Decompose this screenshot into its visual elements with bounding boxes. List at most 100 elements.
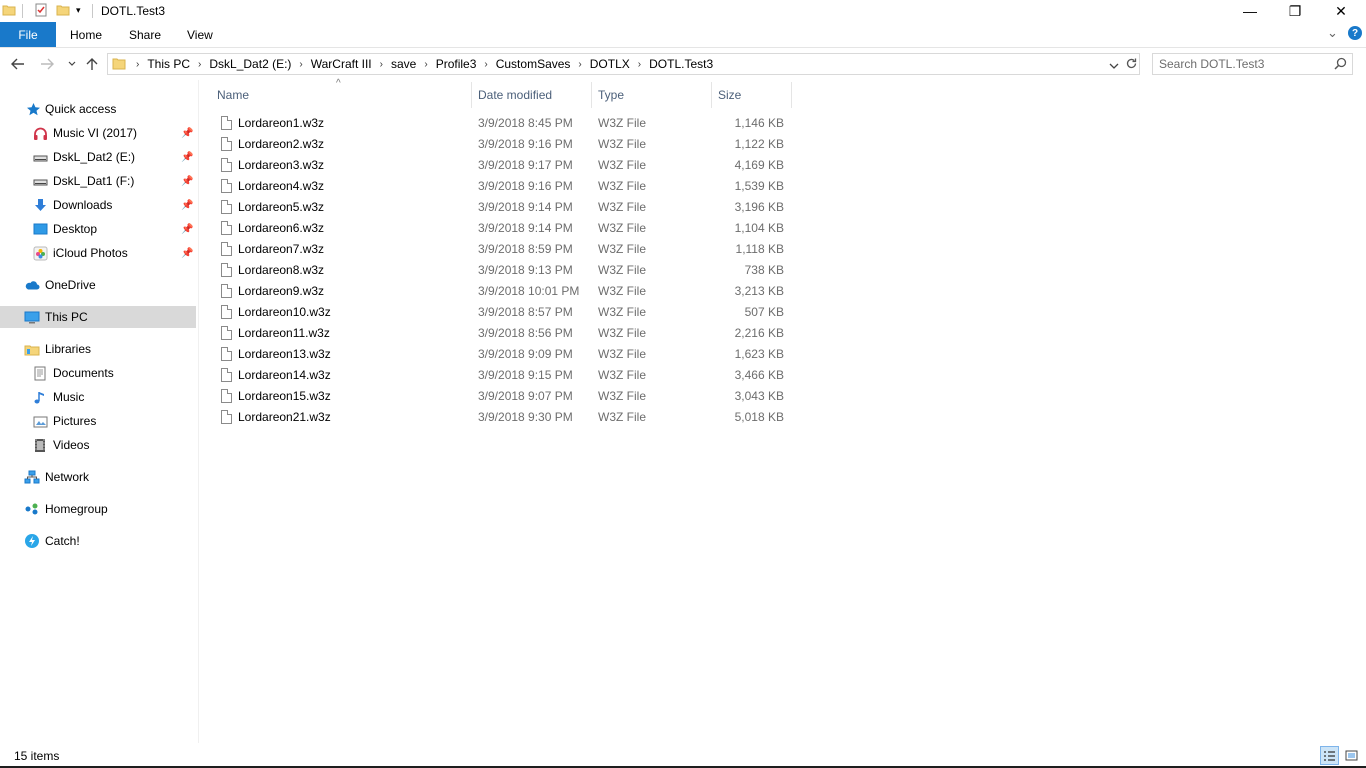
back-button[interactable] [8,54,28,74]
large-icons-view-button[interactable] [1342,746,1361,765]
file-row[interactable]: Lordareon15.w3z 3/9/2018 9:07 PM W3Z File 3… [216,386,791,407]
file-type: W3Z File [598,116,646,130]
expand-ribbon-icon[interactable]: ⌄ [1327,25,1338,41]
sidebar-item-downloads[interactable]: Downloads 📌 [0,194,196,216]
column-divider[interactable] [471,82,472,108]
file-name: Lordareon13.w3z [238,347,331,361]
search-input[interactable] [1159,55,1329,73]
file-size: 1,146 KB [734,116,784,130]
new-folder-icon[interactable] [56,3,70,17]
column-header-date-modified[interactable]: Date modified [478,82,552,108]
column-header-type[interactable]: Type [598,82,624,108]
file-row[interactable]: Lordareon9.w3z 3/9/2018 10:01 PM W3Z File 3… [216,281,791,302]
file-name: Lordareon15.w3z [238,389,331,403]
breadcrumb-separator[interactable]: › [638,59,641,70]
sidebar-item-icloud-photos[interactable]: iCloud Photos 📌 [0,242,196,264]
file-row[interactable]: Lordareon10.w3z 3/9/2018 8:57 PM W3Z File 5… [216,302,791,323]
file-row[interactable]: Lordareon1.w3z 3/9/2018 8:45 PM W3Z File 1,… [216,113,791,134]
sidebar-item-dskl-dat2[interactable]: DskL_Dat2 (E:) 📌 [0,146,196,168]
properties-icon[interactable] [34,3,48,17]
refresh-button[interactable] [1125,57,1138,73]
tab-home[interactable]: Home [70,22,102,47]
sidebar-item-onedrive[interactable]: OneDrive [0,274,196,296]
breadcrumb-dskl-dat2[interactable]: DskL_Dat2 (E:) [209,57,291,71]
file-icon [221,347,232,361]
file-row[interactable]: Lordareon21.w3z 3/9/2018 9:30 PM W3Z File 5… [216,407,791,428]
restore-button[interactable]: ❐ [1272,0,1318,22]
file-icon [221,221,232,235]
details-view-button[interactable] [1320,746,1339,765]
breadcrumb-separator[interactable]: › [380,59,383,70]
recent-locations-button[interactable] [62,54,82,74]
pin-icon[interactable]: 📌 [181,224,193,235]
column-header-name[interactable]: Name [217,82,249,108]
help-icon[interactable]: ? [1348,26,1362,40]
breadcrumb-save[interactable]: save [391,57,416,71]
file-name: Lordareon11.w3z [238,326,330,340]
sidebar-item-music[interactable]: Music [0,386,196,408]
file-row[interactable]: Lordareon5.w3z 3/9/2018 9:14 PM W3Z File 3,… [216,197,791,218]
sidebar-item-catch[interactable]: Catch! [0,530,196,552]
pin-icon[interactable]: 📌 [181,248,193,259]
tab-view[interactable]: View [187,22,213,47]
pin-icon[interactable]: 📌 [181,176,193,187]
pin-icon[interactable]: 📌 [181,200,193,211]
sidebar-item-pictures[interactable]: Pictures [0,410,196,432]
breadcrumb-separator[interactable]: › [484,59,487,70]
breadcrumb-separator[interactable]: › [424,59,427,70]
search-icon[interactable] [1334,57,1347,73]
breadcrumb-separator[interactable]: › [299,59,302,70]
file-row[interactable]: Lordareon8.w3z 3/9/2018 9:13 PM W3Z File 73… [216,260,791,281]
sidebar-item-homegroup[interactable]: Homegroup [0,498,196,520]
sidebar-item-videos[interactable]: Videos [0,434,196,456]
file-row[interactable]: Lordareon4.w3z 3/9/2018 9:16 PM W3Z File 1,… [216,176,791,197]
sidebar-item-label: iCloud Photos [53,246,128,260]
file-row[interactable]: Lordareon14.w3z 3/9/2018 9:15 PM W3Z File 3… [216,365,791,386]
breadcrumb-dotlx[interactable]: DOTLX [590,57,630,71]
pin-icon[interactable]: 📌 [181,128,193,139]
address-dropdown-button[interactable] [1109,59,1119,73]
file-type: W3Z File [598,242,646,256]
breadcrumb-customsaves[interactable]: CustomSaves [496,57,571,71]
search-box[interactable] [1152,53,1353,75]
breadcrumb-separator[interactable]: › [578,59,581,70]
up-arrow-icon [86,58,98,70]
up-button[interactable] [82,54,102,74]
sidebar-item-desktop[interactable]: Desktop 📌 [0,218,196,240]
file-date: 3/9/2018 9:14 PM [478,221,573,235]
address-bar[interactable]: › This PC › DskL_Dat2 (E:) › WarCraft II… [107,53,1140,75]
sidebar-item-documents[interactable]: Documents [0,362,196,384]
minimize-button[interactable]: — [1227,0,1273,22]
file-row[interactable]: Lordareon3.w3z 3/9/2018 9:17 PM W3Z File 4,… [216,155,791,176]
breadcrumb-warcraft-iii[interactable]: WarCraft III [311,57,372,71]
breadcrumb-separator[interactable]: › [136,59,139,70]
file-row[interactable]: Lordareon6.w3z 3/9/2018 9:14 PM W3Z File 1,… [216,218,791,239]
breadcrumb-dotl-test3[interactable]: DOTL.Test3 [649,57,713,71]
pin-icon[interactable]: 📌 [181,152,193,163]
tab-share[interactable]: Share [129,22,161,47]
forward-button[interactable] [37,54,57,74]
column-header-size[interactable]: Size [718,82,741,108]
breadcrumb-separator[interactable]: › [198,59,201,70]
sidebar-item-label: Music [53,390,85,404]
sidebar-item-label: Network [45,470,90,484]
breadcrumb-profile3[interactable]: Profile3 [436,57,477,71]
sidebar-item-network[interactable]: Network [0,466,196,488]
file-date: 3/9/2018 9:07 PM [478,389,573,403]
file-row[interactable]: Lordareon11.w3z 3/9/2018 8:56 PM W3Z File 2… [216,323,791,344]
column-divider[interactable] [711,82,712,108]
breadcrumb-this-pc[interactable]: This PC [147,57,190,71]
sidebar-item-libraries[interactable]: Libraries [0,338,196,360]
file-row[interactable]: Lordareon13.w3z 3/9/2018 9:09 PM W3Z File 1… [216,344,791,365]
file-row[interactable]: Lordareon2.w3z 3/9/2018 9:16 PM W3Z File 1,… [216,134,791,155]
file-row[interactable]: Lordareon7.w3z 3/9/2018 8:59 PM W3Z File 1,… [216,239,791,260]
column-divider[interactable] [591,82,592,108]
sidebar-item-label: Catch! [45,534,80,548]
tab-file[interactable]: File [0,22,56,47]
sidebar-item-this-pc[interactable]: This PC [0,306,196,328]
column-divider[interactable] [791,82,792,108]
close-button[interactable]: ✕ [1318,0,1364,22]
sidebar-item-dskl-dat1[interactable]: DskL_Dat1 (F:) 📌 [0,170,196,192]
sidebar-item-music-vi[interactable]: Music VI (2017) 📌 [0,122,196,144]
customize-toolbar-icon[interactable]: ▾ [76,5,81,16]
